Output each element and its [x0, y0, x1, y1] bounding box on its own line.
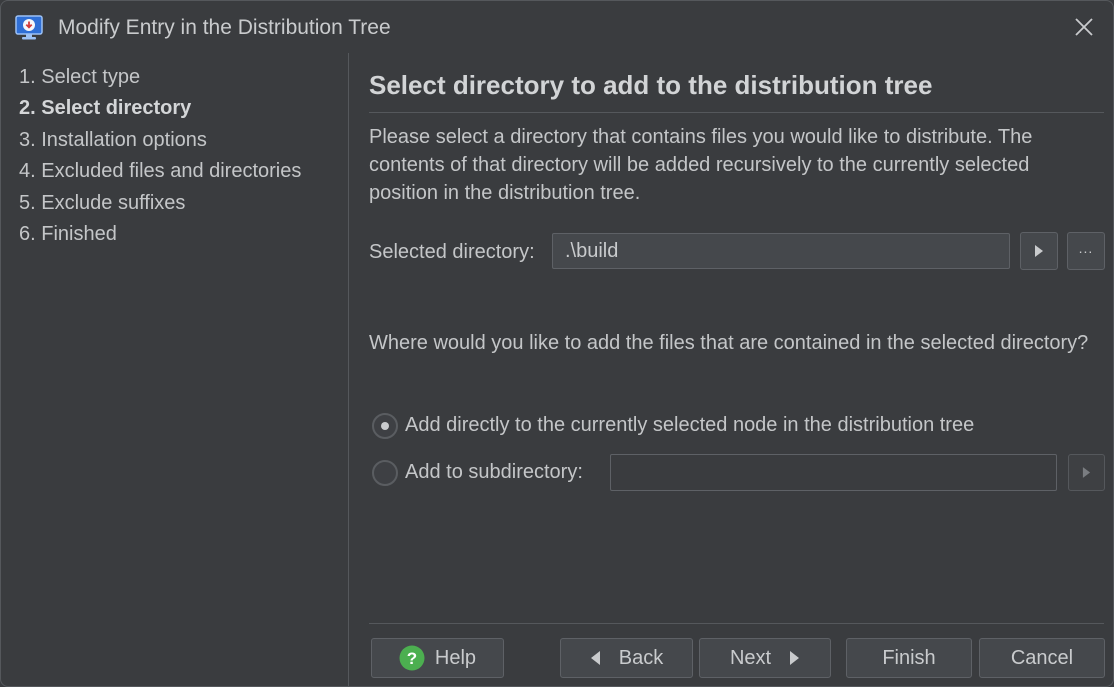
cancel-button-label: Cancel: [1010, 646, 1074, 669]
back-button[interactable]: Back: [560, 638, 693, 678]
ellipsis-icon: ...: [1078, 240, 1094, 256]
question-text: Where would you like to add the files th…: [369, 332, 1089, 354]
monitor-download-icon: [15, 15, 43, 40]
subdirectory-menu-button[interactable]: [1068, 454, 1105, 491]
dialog-window: Modify Entry in the Distribution Tree 1.…: [0, 0, 1114, 687]
description-text: Please select a directory that contains …: [369, 126, 1033, 204]
selected-directory-value: .\build: [565, 239, 619, 262]
finish-button[interactable]: Finish: [846, 638, 972, 678]
cancel-button[interactable]: Cancel: [979, 638, 1105, 678]
back-button-label: Back: [618, 646, 664, 669]
directory-menu-button[interactable]: [1020, 232, 1058, 270]
radio-selected-dot: [381, 422, 389, 430]
radio-add-directly-label[interactable]: Add directly to the currently selected n…: [405, 414, 974, 437]
selected-directory-field[interactable]: .\build: [552, 233, 1010, 269]
radio-add-directly[interactable]: [372, 413, 398, 439]
next-button-label: Next: [729, 646, 772, 669]
step-finished: 6. Finished: [19, 223, 117, 245]
triangle-right-icon: [1035, 245, 1043, 257]
step-exclude-suffixes: 5. Exclude suffixes: [19, 192, 186, 214]
page-heading: Select directory to add to the distribut…: [369, 70, 933, 100]
footer-divider: [369, 623, 1104, 624]
help-button[interactable]: ? Help: [371, 638, 504, 678]
help-button-label: Help: [434, 646, 477, 669]
step-select-directory: 2. Select directory: [19, 97, 192, 119]
step-installation-options: 3. Installation options: [19, 129, 207, 151]
finish-button-label: Finish: [882, 646, 936, 669]
triangle-right-icon: [790, 651, 800, 665]
close-icon: [1075, 18, 1093, 36]
radio-add-to-subdirectory-label[interactable]: Add to subdirectory:: [405, 461, 583, 484]
radio-add-to-subdirectory[interactable]: [372, 460, 398, 486]
next-button[interactable]: Next: [699, 638, 831, 678]
steps-sidebar: 1. Select type 2. Select directory 3. In…: [1, 53, 349, 686]
title-bar: Modify Entry in the Distribution Tree: [1, 1, 1113, 53]
help-icon: ?: [399, 645, 425, 671]
triangle-left-icon: [590, 651, 600, 665]
window-title: Modify Entry in the Distribution Tree: [58, 16, 391, 39]
selected-directory-label: Selected directory:: [369, 241, 535, 263]
step-select-type: 1. Select type: [19, 66, 141, 88]
svg-text:?: ?: [407, 649, 417, 668]
heading-divider: [369, 112, 1104, 113]
browse-button[interactable]: ...: [1067, 232, 1105, 270]
step-excluded-files: 4. Excluded files and directories: [19, 160, 302, 182]
close-button[interactable]: [1063, 7, 1105, 47]
triangle-right-icon: [1082, 467, 1091, 478]
subdirectory-field[interactable]: [610, 454, 1057, 491]
main-panel: Select directory to add to the distribut…: [349, 53, 1113, 686]
